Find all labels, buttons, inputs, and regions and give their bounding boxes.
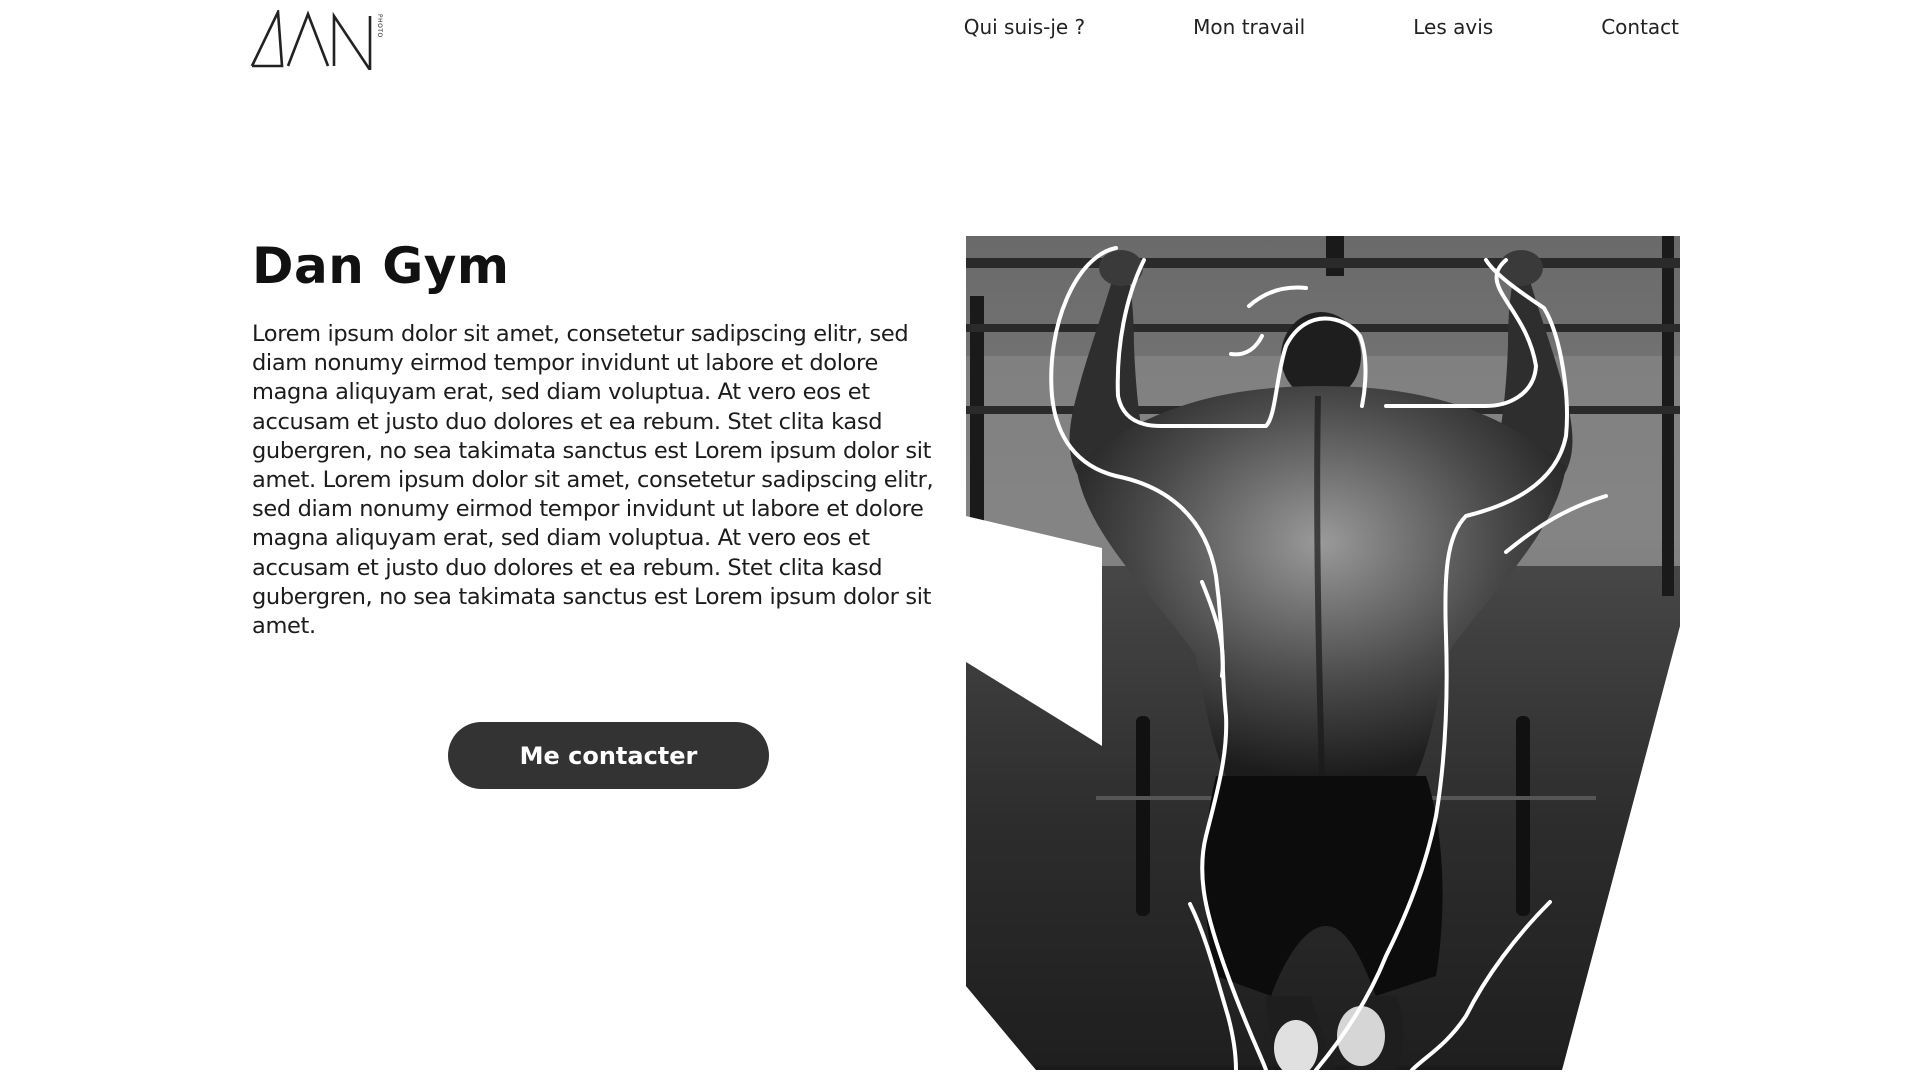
nav-qui-suis-je[interactable]: Qui suis-je ? — [964, 14, 1085, 40]
nav-les-avis[interactable]: Les avis — [1413, 14, 1493, 40]
logo-subtext: PHOTO — [376, 14, 383, 38]
nav-contact[interactable]: Contact — [1601, 14, 1679, 40]
hero-title: Dan Gym — [252, 237, 510, 295]
contact-button[interactable]: Me contacter — [448, 722, 769, 789]
dan-photo-logo[interactable]: PHOTO — [248, 10, 384, 70]
hero-description: Lorem ipsum dolor sit amet, consetetur s… — [252, 321, 934, 640]
hero-athlete-image — [966, 236, 1680, 1070]
nav-mon-travail[interactable]: Mon travail — [1193, 14, 1305, 40]
main-nav: Qui suis-je ? Mon travail Les avis Conta… — [964, 14, 1679, 40]
page: PHOTO Qui suis-je ? Mon travail Les avis… — [0, 0, 1920, 1080]
